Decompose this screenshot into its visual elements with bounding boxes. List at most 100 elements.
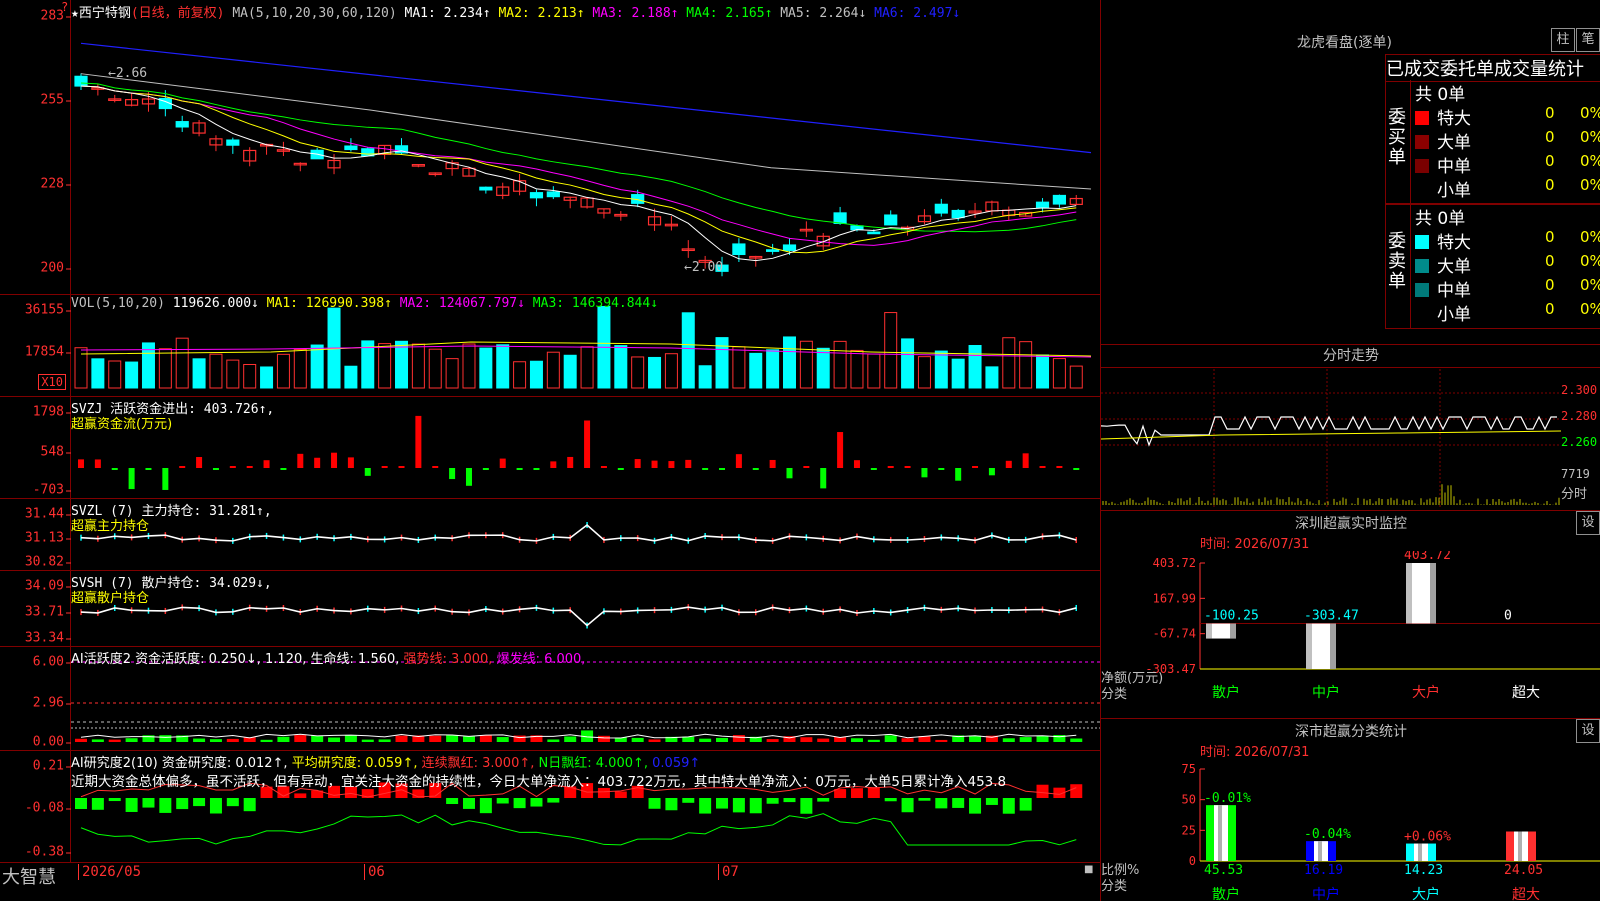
flow-bar bbox=[229, 466, 236, 468]
flow-bar bbox=[702, 468, 709, 470]
activity-bar bbox=[817, 738, 830, 742]
research-bar bbox=[817, 798, 830, 802]
activity-bar bbox=[479, 735, 492, 742]
research-bar bbox=[884, 798, 897, 802]
stat-category: 大户 bbox=[1412, 886, 1440, 901]
activity-bar bbox=[91, 739, 104, 742]
ai1-p2: 1.120, bbox=[265, 652, 307, 667]
stat-settings-button[interactable]: 设 bbox=[1576, 719, 1600, 743]
sell-row: 小单 0 0% bbox=[1415, 300, 1600, 325]
volume-bar bbox=[462, 343, 476, 389]
monitor-xlabel: 分类 bbox=[1101, 687, 1128, 702]
svsh-panel[interactable]: 34.09 33.71 33.34 SVSH (7) 散户持仓: 34.029↓… bbox=[0, 570, 1100, 647]
volume-bar bbox=[108, 360, 122, 389]
row-pct: 0% bbox=[1580, 228, 1600, 246]
buy-row: 小单 0 0% bbox=[1415, 176, 1600, 201]
monitor-category: 散户 bbox=[1212, 684, 1240, 701]
volume-bar bbox=[310, 344, 324, 389]
row-pct: 0% bbox=[1580, 152, 1600, 170]
svsh-y-axis: 34.09 33.71 33.34 bbox=[0, 570, 72, 646]
stat-category: 散户 bbox=[1212, 886, 1240, 901]
monitor-value-label: -303.47 bbox=[1304, 609, 1359, 624]
row-name: 中单 bbox=[1437, 281, 1471, 301]
research-bar bbox=[800, 798, 813, 814]
candle-body bbox=[850, 225, 864, 231]
kline-chart[interactable] bbox=[71, 0, 1100, 294]
monitor-settings-button[interactable]: 设 bbox=[1576, 511, 1600, 535]
svzj-panel[interactable]: 1798 548 -703 SVZJ 活跃资金进出: 403.726↑, 超赢资… bbox=[0, 396, 1100, 499]
ai-research-comment: 近期大资金总体偏多，虽不活跃，但有异动，宜关注大资金的持续性，今日大单净流入：4… bbox=[71, 774, 1007, 790]
candle-body bbox=[934, 203, 948, 214]
research-bar bbox=[193, 798, 206, 807]
flow-bar bbox=[904, 466, 911, 468]
stock-name[interactable]: 西宁特钢 bbox=[79, 6, 131, 21]
research-bar bbox=[969, 798, 982, 814]
intraday-panel[interactable]: 分时走势 2.300 2.280 2.260 7719 分时 bbox=[1100, 344, 1600, 511]
y-tick: 0.21 bbox=[32, 758, 72, 774]
tick-mode-button[interactable]: 笔 bbox=[1576, 28, 1600, 52]
ai2-p3: 连续飘红: 3.000↑, bbox=[421, 756, 535, 771]
x-axis: 大智慧 2026/05 06 07 ■ bbox=[0, 862, 1100, 900]
sell-row: 大单 0 0% bbox=[1415, 252, 1600, 277]
monitor-value-label: 0 bbox=[1504, 609, 1512, 624]
flow-bar bbox=[128, 468, 135, 490]
research-bar bbox=[1019, 798, 1032, 811]
svzl-panel[interactable]: 31.44 31.13 30.82 SVZL (7) 主力持仓: 31.281↑… bbox=[0, 498, 1100, 571]
activity-bar bbox=[969, 735, 982, 742]
flow-bar bbox=[162, 468, 169, 490]
brand-logo: 大智慧 bbox=[2, 867, 56, 888]
candle-body bbox=[867, 231, 881, 235]
y-tick: 33.34 bbox=[24, 630, 72, 646]
flow-bar bbox=[1073, 468, 1080, 470]
stat-value-label: 14.23 bbox=[1404, 863, 1443, 878]
y-tick: 228 bbox=[40, 176, 72, 192]
research-bar bbox=[125, 798, 138, 812]
volume-panel[interactable]: 36155 17854 X10 VOL(5,10,20) 119626.000↓… bbox=[0, 294, 1100, 397]
ma6-line bbox=[80, 42, 1092, 154]
research-bar bbox=[766, 798, 779, 804]
activity-bar bbox=[328, 737, 341, 742]
row-count: 0 bbox=[1545, 152, 1555, 170]
monitor-panel: 深圳超赢实时监控 设 时间: 2026/07/31 403.72 167.99 -6… bbox=[1100, 510, 1600, 719]
flow-bar bbox=[465, 468, 472, 486]
ai-research-title: AI研究度2(10) 资金研究度: 0.012↑, 平均研究度: 0.059↑,… bbox=[71, 752, 700, 771]
help-marker[interactable]: ? bbox=[62, 0, 68, 14]
intraday-chart[interactable] bbox=[1101, 369, 1561, 507]
bar-mode-button[interactable]: 柱 bbox=[1551, 28, 1575, 52]
color-swatch bbox=[1415, 235, 1429, 249]
flow-bar bbox=[786, 468, 793, 479]
flow-bar bbox=[752, 468, 759, 470]
low-label: ←2.00 bbox=[684, 260, 724, 275]
candle-body bbox=[951, 209, 965, 219]
activity-bar bbox=[884, 735, 897, 742]
activity-bar bbox=[901, 738, 914, 742]
volume-bar bbox=[816, 347, 830, 389]
flow-bar bbox=[1022, 453, 1029, 468]
research-bar bbox=[479, 798, 492, 814]
stat-value-label: 24.05 bbox=[1504, 863, 1543, 878]
ai-activity-panel[interactable]: 6.00 2.96 0.00 AI活跃度2 资金活跃度: 0.250↓, 1.1… bbox=[0, 646, 1100, 751]
dragon-tabs[interactable]: 已成交委托单成交量统计 bbox=[1385, 54, 1600, 82]
lock-icon[interactable]: ■ bbox=[1084, 864, 1093, 875]
kline-panel[interactable]: 283 255 228 200 ? ★西宁特钢(日线，前复权) MA(5,10,… bbox=[0, 0, 1100, 295]
stat-y-tick: 50 bbox=[1182, 793, 1196, 807]
ai-research-panel[interactable]: 0.21 -0.08 -0.38 AI研究度2(10) 资金研究度: 0.012… bbox=[0, 750, 1100, 863]
flow-bar bbox=[533, 468, 540, 470]
flow-bar bbox=[972, 466, 979, 468]
monitor-value-label: -100.25 bbox=[1204, 609, 1259, 624]
intraday-vol: 7719 bbox=[1561, 467, 1590, 481]
flow-bar bbox=[78, 459, 84, 468]
research-bar bbox=[985, 798, 998, 805]
stock-mode: (日线，前复权) bbox=[130, 6, 225, 21]
monitor-y-tick: 167.99 bbox=[1153, 591, 1196, 605]
candle-body bbox=[1035, 201, 1050, 208]
sell-side-box: 委卖单 共 0单 特大 0 0% 大单 0 0% 中单 0 0% 小单 0 0% bbox=[1385, 203, 1600, 329]
volume-title: VOL(5,10,20) 119626.000↓ MA1: 126990.398… bbox=[71, 296, 658, 311]
color-swatch bbox=[1415, 183, 1429, 197]
volume-bar bbox=[664, 353, 678, 389]
research-bar bbox=[682, 798, 695, 803]
y-tick: 31.44 bbox=[24, 506, 72, 522]
x-label: 06 bbox=[364, 864, 385, 880]
candle-body bbox=[344, 145, 358, 151]
volume-bar bbox=[125, 361, 139, 389]
